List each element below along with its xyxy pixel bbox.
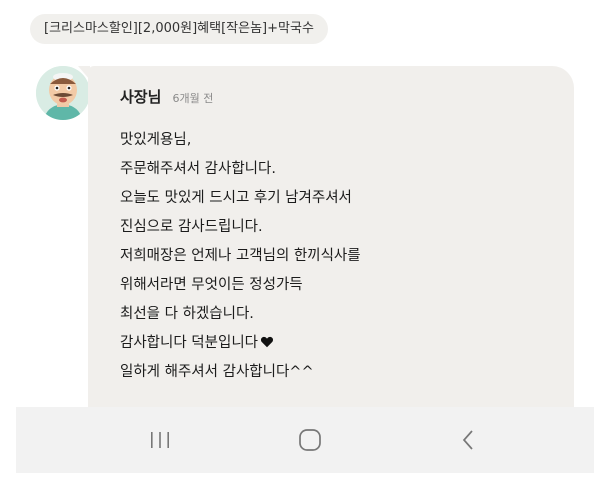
reply-time: 6개월 전: [172, 92, 214, 105]
home-button[interactable]: [292, 425, 328, 455]
reply-header: 사장님 6개월 전: [120, 86, 213, 107]
reply-line: 저희매장은 언제나 고객님의 한끼식사를: [120, 248, 361, 264]
reply-author: 사장님: [120, 88, 162, 106]
recents-icon: [151, 432, 169, 448]
reply-line: 주문해주셔서 감사합니다.: [120, 161, 276, 177]
home-icon: [299, 429, 321, 451]
reply-line: 일하게 해주셔서 감사합니다^^: [120, 364, 314, 380]
reply-line: 오늘도 맛있게 드시고 후기 남겨주셔서: [120, 190, 352, 206]
reply-text: 맛있게용님, 주문해주셔서 감사합니다. 오늘도 맛있게 드시고 후기 남겨주셔…: [120, 126, 554, 387]
system-nav-bar: [16, 407, 594, 473]
owner-reply-bubble: 사장님 6개월 전 맛있게용님, 주문해주셔서 감사합니다. 오늘도 맛있게 드…: [78, 66, 574, 426]
reply-line: 맛있게용님,: [120, 132, 192, 148]
back-icon: [462, 430, 473, 450]
menu-tag: [크리스마스할인][2,000원]혜택[작은놈]+막국수: [30, 14, 328, 44]
reply-line: 진심으로 감사드립니다.: [120, 219, 263, 235]
reply-line: 감사합니다 덕분입니다: [120, 329, 554, 358]
reply-line: 최선을 다 하겠습니다.: [120, 306, 254, 322]
back-button[interactable]: [450, 425, 486, 455]
reply-line-text: 감사합니다 덕분입니다: [120, 335, 259, 351]
black-heart-icon: [260, 336, 274, 348]
reply-line: 위해서라면 무엇이든 정성가득: [120, 277, 303, 293]
recents-button[interactable]: [142, 425, 178, 455]
